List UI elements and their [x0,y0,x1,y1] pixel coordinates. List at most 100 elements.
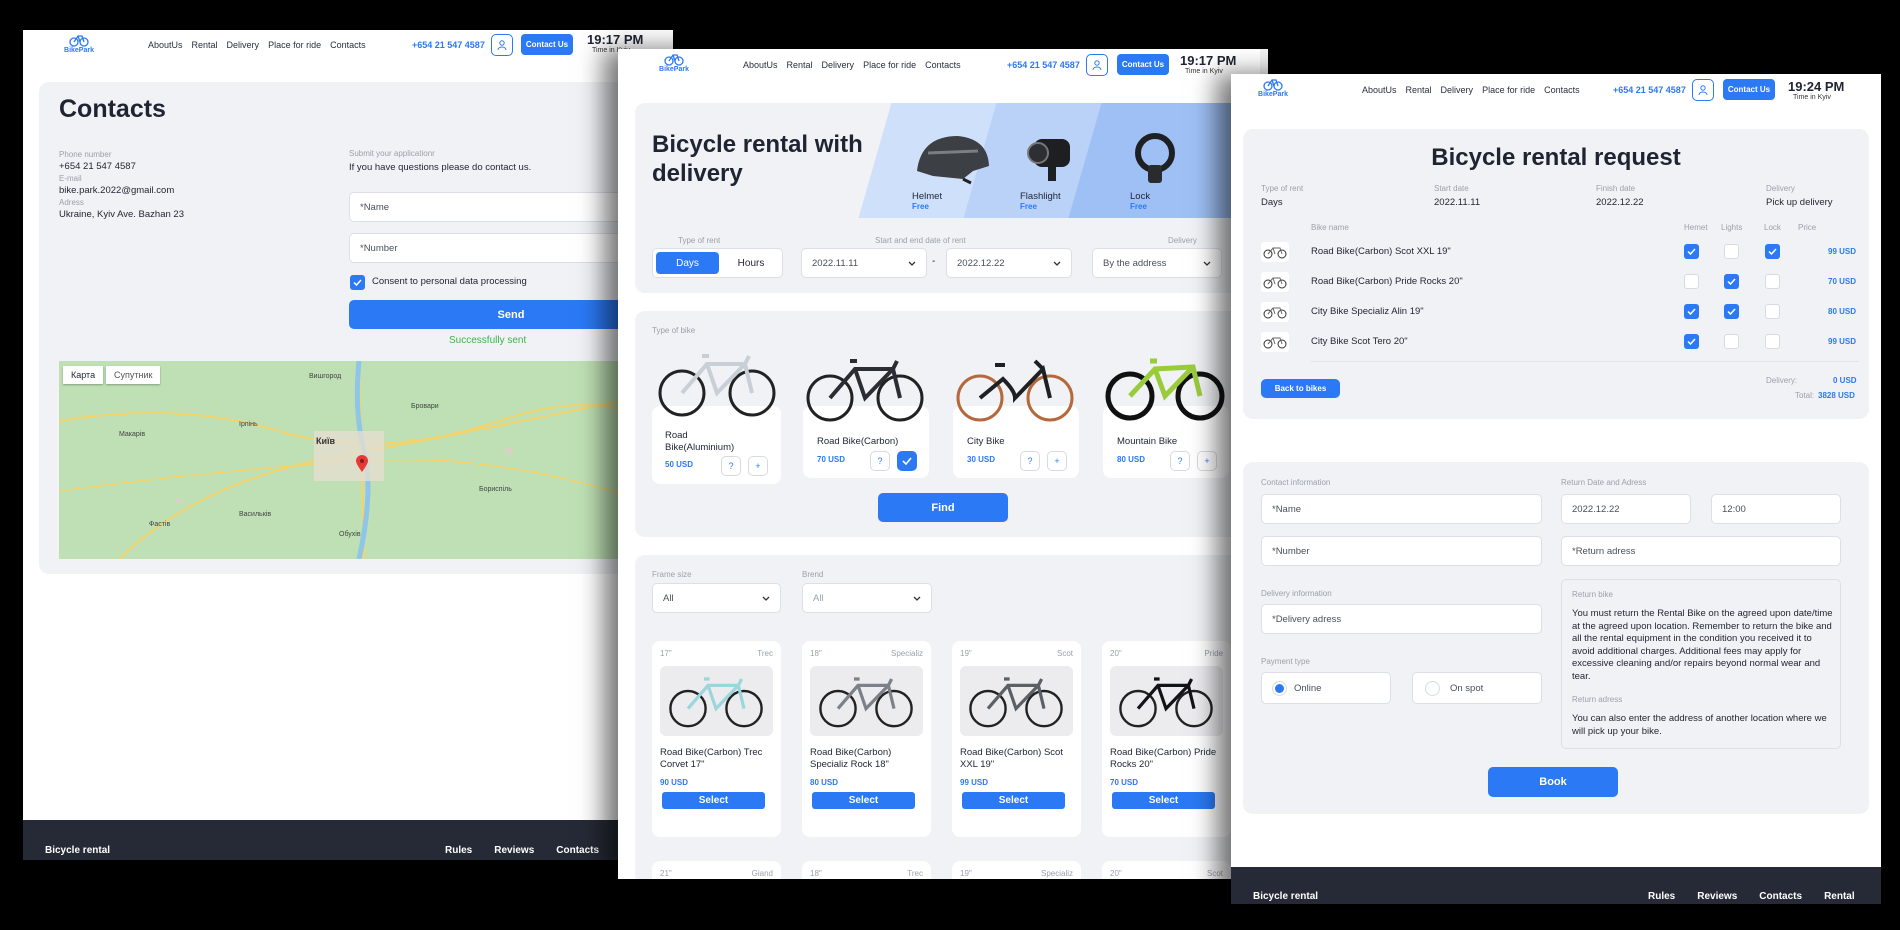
delivery-value: By the address [1103,257,1167,269]
product-card[interactable]: 17" Trec Road Bike(Carbon) Trec Corvet 1… [652,641,781,837]
nav-rental[interactable]: Rental [1406,85,1432,95]
return-date-input[interactable]: 2022.12.22 [1561,494,1691,524]
end-date-select[interactable]: 2022.12.22 [946,248,1072,278]
helmet-checkbox[interactable] [1684,304,1699,319]
header-phone[interactable]: +654 21 547 4587 [1007,60,1080,70]
header-phone[interactable]: +654 21 547 4587 [1613,85,1686,95]
back-to-bikes-button[interactable]: Back to bikes [1261,379,1340,398]
nav-place[interactable]: Place for ride [268,40,321,50]
lights-checkbox[interactable] [1724,274,1739,289]
lock-checkbox[interactable] [1765,274,1780,289]
info-icon[interactable]: ? [870,451,890,471]
email-value[interactable]: bike.park.2022@gmail.com [59,185,184,197]
pay-online-label: Online [1294,682,1322,694]
add-icon[interactable]: + [1197,451,1217,471]
add-icon[interactable]: + [748,456,768,476]
helmet-checkbox[interactable] [1684,244,1699,259]
phone-value[interactable]: +654 21 547 4587 [59,161,184,173]
product-card[interactable]: 18" Trec [802,861,931,879]
footer-rental[interactable]: Rental [1824,891,1855,902]
return-bike-text: You must return the Rental Bike on the a… [1572,608,1833,682]
contact-us-button[interactable]: Contact Us [521,34,573,55]
helmet-checkbox[interactable] [1684,334,1699,349]
nav-delivery[interactable]: Delivery [227,40,260,50]
lock-checkbox[interactable] [1765,304,1780,319]
lock-checkbox[interactable] [1765,244,1780,259]
return-adress-input[interactable]: *Return adress [1561,536,1841,566]
nav-about[interactable]: AboutUs [1362,85,1397,95]
footer-reviews[interactable]: Reviews [1697,891,1737,902]
nav-delivery[interactable]: Delivery [1441,85,1474,95]
nav-rental[interactable]: Rental [787,60,813,70]
nav-rental[interactable]: Rental [192,40,218,50]
product-brand: Scot [1206,869,1223,878]
brand-select[interactable]: All [802,583,932,613]
selected-check-icon[interactable] [897,451,917,471]
select-button[interactable]: Select [1112,792,1215,809]
nav-contacts[interactable]: Contacts [925,60,961,70]
nav-about[interactable]: AboutUs [743,60,778,70]
frame-size-select[interactable]: All [652,583,781,613]
contact-us-button[interactable]: Contact Us [1117,54,1169,75]
consent-checkbox[interactable] [350,275,365,290]
rent-hours-button[interactable]: Hours [721,252,781,274]
number-input[interactable]: *Number [1261,536,1542,566]
lights-checkbox[interactable] [1724,304,1739,319]
select-button[interactable]: Select [812,792,915,809]
footer-reviews[interactable]: Reviews [494,845,534,856]
pay-online-radio[interactable]: Online [1261,672,1391,704]
contact-us-button[interactable]: Contact Us [1723,79,1775,100]
map-pin-icon[interactable] [356,455,368,477]
footer-rules[interactable]: Rules [445,845,472,856]
product-card[interactable]: 18" Specializ Road Bike(Carbon) Speciali… [802,641,931,837]
select-button[interactable]: Select [962,792,1065,809]
nav-delivery[interactable]: Delivery [822,60,855,70]
header-phone[interactable]: +654 21 547 4587 [412,40,485,50]
product-card[interactable]: 20" Scot [1102,861,1231,879]
start-date-select[interactable]: 2022.11.11 [801,248,927,278]
user-icon[interactable] [1692,79,1714,101]
footer-contacts[interactable]: Contacts [1759,891,1802,902]
product-card[interactable]: 19" Specializ [952,861,1081,879]
map-tab-map[interactable]: Карта [63,366,104,384]
rent-days-button[interactable]: Days [656,252,719,274]
product-size: 17" [660,649,672,658]
delivery-adress-input[interactable]: *Delivery adress [1261,604,1542,634]
lights-checkbox[interactable] [1724,334,1739,349]
row-price: 99 USD [1828,337,1857,346]
product-card[interactable]: 19" Scot Road Bike(Carbon) Scot XXL 19" … [952,641,1081,837]
brand-label: Brend [802,570,824,579]
info-icon[interactable]: ? [721,456,741,476]
nav-contacts[interactable]: Contacts [1544,85,1580,95]
user-icon[interactable] [1086,54,1108,76]
delivery-select[interactable]: By the address [1092,248,1222,278]
book-button[interactable]: Book [1488,767,1618,797]
nav-about[interactable]: AboutUs [148,40,183,50]
nav-place[interactable]: Place for ride [863,60,916,70]
nav-contacts[interactable]: Contacts [330,40,366,50]
nav-place[interactable]: Place for ride [1482,85,1535,95]
product-card[interactable]: 21" Giand [652,861,781,879]
logo[interactable]: BikePark [654,52,694,73]
lock-checkbox[interactable] [1765,334,1780,349]
page-title: Bicycle rental request [1431,144,1681,171]
logo[interactable]: BikePark [59,33,99,54]
product-card[interactable]: 20" Pride Road Bike(Carbon) Pride Rocks … [1102,641,1231,837]
footer-rules[interactable]: Rules [1648,891,1675,902]
lights-checkbox[interactable] [1724,244,1739,259]
map-tab-satellite[interactable]: Супутник [106,366,161,384]
return-time-input[interactable]: 12:00 [1711,494,1841,524]
select-button[interactable]: Select [662,792,765,809]
info-icon[interactable]: ? [1020,451,1040,471]
pay-spot-radio[interactable]: On spot [1412,672,1542,704]
info-icon[interactable]: ? [1170,451,1190,471]
add-icon[interactable]: + [1047,451,1067,471]
helmet-checkbox[interactable] [1684,274,1699,289]
return-bike-title: Return bike [1572,590,1613,599]
name-input[interactable]: *Name [1261,494,1542,524]
map[interactable]: Карта Супутник Київ Бровари Вишгород Ірп… [59,361,673,559]
user-icon[interactable] [491,34,513,56]
find-button[interactable]: Find [878,493,1008,522]
logo[interactable]: BikePark [1253,77,1293,98]
footer-contacts[interactable]: Contacts [556,845,599,856]
